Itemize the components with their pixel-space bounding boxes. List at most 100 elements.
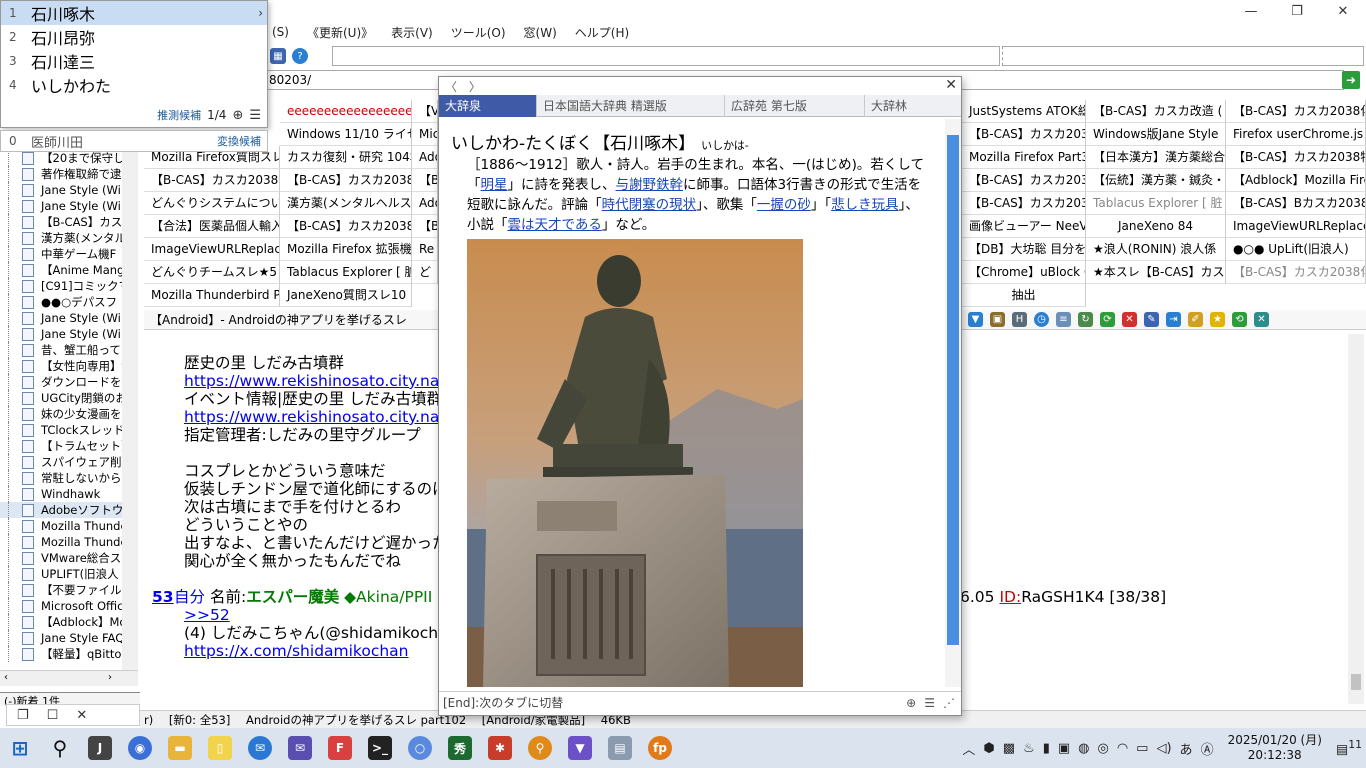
tree-item[interactable]: VMware総合ス (0, 550, 137, 566)
thread-tab[interactable]: カスカ復刻・研究 104本 (280, 146, 412, 169)
bug-app-icon[interactable]: ✱ (480, 728, 520, 768)
ime-candidate[interactable]: 3 石川達三 (1, 49, 267, 73)
thread-tab[interactable]: eeeeeeeeeeeeeeeeeeee (280, 100, 412, 123)
tray-overflow-icon[interactable]: ︿ (962, 739, 975, 758)
thread-tab[interactable]: ★浪人(RONIN) 浪人係 (1086, 238, 1226, 261)
thread-tab[interactable]: Ado (412, 146, 438, 169)
search-icon[interactable]: ⚲ (40, 728, 80, 768)
thread-tab[interactable]: 【Adblock】Mozilla Firef (1226, 169, 1366, 192)
tray-meter-icon[interactable]: ▮ (1043, 741, 1050, 756)
favorite-star-icon[interactable]: ★ (1210, 312, 1225, 327)
tree-item[interactable]: UPLIFT(旧浪人 (0, 566, 137, 582)
list-icon[interactable]: ☰ (249, 108, 261, 123)
tree-item[interactable]: Mozilla Thunde (0, 518, 137, 534)
tree-hscrollbar[interactable]: ‹ › (0, 670, 138, 686)
thread-tab[interactable]: Ado (412, 192, 438, 215)
dictionary-close-button[interactable]: ✕ (945, 77, 957, 93)
scroll-thumb[interactable] (947, 135, 959, 645)
monitor-app-icon[interactable]: ▤ (600, 728, 640, 768)
link-kanashiki[interactable]: 悲しき玩具 (831, 197, 899, 213)
ime-conversion-candidate[interactable]: 0 医師川田 変換候補 (0, 130, 268, 152)
link-kumo[interactable]: 雲は天才である (508, 217, 602, 233)
tree-item[interactable]: 昔、蟹工船って (0, 342, 137, 358)
thread-tab[interactable]: どんぐりチームスレ★5 (144, 261, 280, 284)
thread-tab[interactable]: Mozilla Firefox Part398 (962, 146, 1086, 169)
thread-tab[interactable]: 【B-CAS】カスカ2038化 (962, 192, 1086, 215)
thread-tab[interactable]: どんぐりシステムについ (144, 192, 280, 215)
post-anchor[interactable]: >>52 (184, 606, 230, 624)
thread-tab[interactable]: JaneXeno 84 (1086, 215, 1226, 238)
menu-icon[interactable]: ☰ (924, 692, 935, 714)
scroll-right-icon[interactable]: › (108, 672, 112, 683)
thread-tab[interactable]: 【B-CAS】カスカ2038特 (1226, 146, 1366, 169)
refresh-doc-icon[interactable]: ↻ (1078, 312, 1093, 327)
tab-nikkoku[interactable]: 日本国語大辞典 精選版 (537, 95, 725, 117)
restore-button[interactable]: ❐ (1274, 0, 1320, 22)
post-link[interactable]: https://www.rekishinosato.city.nagoya (184, 372, 477, 390)
tree-item[interactable]: 漢方薬(メンタル (0, 230, 137, 246)
tree-item[interactable]: スパイウェア削 (0, 454, 137, 470)
feedly-icon[interactable]: F (320, 728, 360, 768)
stop-icon[interactable]: ✕ (1122, 312, 1137, 327)
wifi-icon[interactable]: ◠ (1117, 741, 1128, 756)
explorer-icon[interactable]: ▬ (160, 728, 200, 768)
thunderbird-icon[interactable]: ✉ (240, 728, 280, 768)
tree-item[interactable]: Windhawk (0, 486, 137, 502)
tree-item[interactable]: 【Adblock】Mozi (0, 614, 137, 630)
jane-app-icon[interactable]: J (80, 728, 120, 768)
mini-restore-icon[interactable]: ❐ (17, 708, 29, 723)
fp-app-icon[interactable]: fp (640, 728, 680, 768)
tray-app-icon[interactable]: ▩ (1003, 741, 1015, 756)
help-icon[interactable]: ? (292, 48, 308, 64)
thread-tab[interactable]: JustSystems ATOK総合 (962, 100, 1086, 123)
tray-flame-icon[interactable]: ♨ (1023, 741, 1035, 756)
close-tab-icon[interactable]: ✕ (1254, 312, 1269, 327)
ime-candidate[interactable]: 2 石川昂弥 (1, 25, 267, 49)
thread-tab[interactable]: 【B-CAS】カスカ2038化 (1226, 100, 1366, 123)
thread-tab[interactable]: 【B-CAS】カスカ2038化 (280, 215, 412, 238)
clock-icon[interactable]: ◷ (1034, 312, 1049, 327)
scroll-left-icon[interactable]: ‹ (4, 672, 8, 683)
tree-item[interactable]: Mozilla Thunde (0, 534, 137, 550)
tree-item[interactable]: 【20まで保守しな (0, 150, 137, 166)
thread-tab[interactable]: 【合法】医薬品個人輸入 (144, 215, 280, 238)
ime-candidate[interactable]: 1 石川啄木 › (1, 1, 267, 25)
menu-item-view[interactable]: 表示(V) (391, 24, 433, 41)
thread-tab[interactable]: 【B-CAS】カスカ改造 ( (1086, 100, 1226, 123)
tree-item[interactable]: 【不要ファイル】 (0, 582, 137, 598)
tree-item[interactable]: Jane Style (Wi (0, 198, 137, 214)
link-jidai[interactable]: 時代閉塞の現状 (602, 197, 697, 213)
menu-item-tools[interactable]: ツール(O) (451, 24, 506, 41)
thread-tab[interactable]: 【B-CAS】カスカ2038化 (962, 123, 1086, 146)
thread-tab[interactable]: Tablacus Explorer [ 脏 (1086, 192, 1226, 215)
menu-item-update[interactable]: 《更新(U)》 (307, 24, 373, 41)
terminal-icon[interactable]: >_ (360, 728, 400, 768)
thread-scrollbar[interactable] (1348, 334, 1364, 704)
tree-item[interactable]: ●●○デパスフ (0, 294, 137, 310)
thread-tab[interactable]: 【DB】大坊聡 目分を売 (962, 238, 1086, 261)
thread-tab[interactable]: Windows版Jane Style (1086, 123, 1226, 146)
thread-tab[interactable]: 【B-CAS】カスカ2038化 (280, 169, 412, 192)
sync-icon[interactable]: ⟲ (1232, 312, 1247, 327)
tree-item[interactable]: 妹の少女漫画を (0, 406, 137, 422)
extract-tab[interactable]: 抽出 (962, 284, 1086, 307)
html-icon[interactable]: H (1012, 312, 1027, 327)
taskbar-clock[interactable]: 2025/01/20 (月) 20:12:38 (1228, 733, 1322, 763)
notification-icon[interactable]: ▤11 (1336, 738, 1362, 757)
vpn-icon[interactable]: ▼ (560, 728, 600, 768)
thread-tab[interactable]: ●○● UpLift(旧浪人) (1226, 238, 1366, 261)
tab-daijirin[interactable]: 大辞林 (865, 95, 961, 117)
thread-tab[interactable]: 漢方薬(メンタルヘルス (280, 192, 412, 215)
thread-tab[interactable]: 【日本漢方】漢方薬総合 (1086, 146, 1226, 169)
tree-item[interactable]: Adobeソフトウェ (0, 502, 137, 518)
resize-grip-icon[interactable]: ⋰ (943, 692, 955, 714)
forward-icon[interactable]: 〉 (469, 80, 481, 94)
thread-tab[interactable]: 【Vi (412, 100, 438, 123)
thread-tab[interactable]: ど (412, 261, 438, 284)
close-button[interactable]: ✕ (1320, 0, 1366, 22)
image-icon[interactable]: ▣ (990, 312, 1005, 327)
mini-close-icon[interactable]: ✕ (76, 708, 87, 723)
go-arrow-icon[interactable]: ➜ (1342, 71, 1360, 89)
notes-icon[interactable]: ▯ (200, 728, 240, 768)
write-icon[interactable]: ✎ (1144, 312, 1159, 327)
